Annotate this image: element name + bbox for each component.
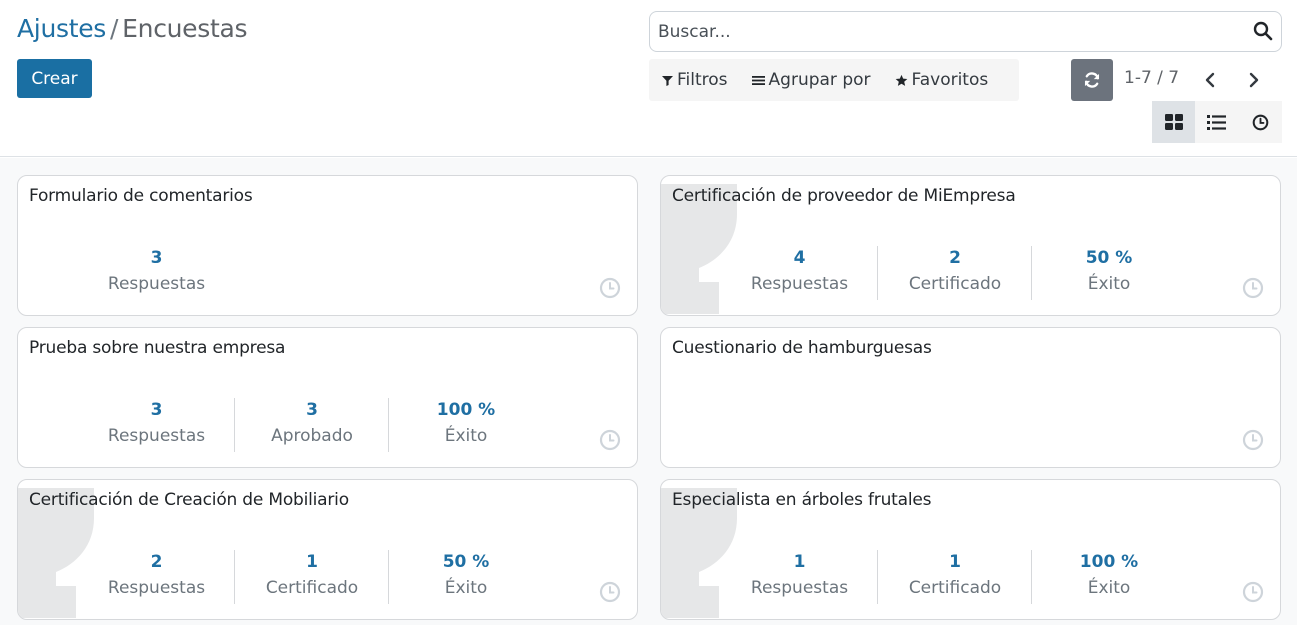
- stat-responses[interactable]: 3 Respuestas: [79, 398, 234, 452]
- pager-value[interactable]: 1-7 / 7: [1124, 68, 1179, 88]
- breadcrumb-parent-link[interactable]: Ajustes: [17, 14, 106, 43]
- breadcrumb: Ajustes / Encuestas: [17, 14, 248, 43]
- control-panel: Ajustes/Encuestas Crear Filtros Agrupar …: [0, 0, 1297, 157]
- survey-card[interactable]: Certificación de Creación de Mobiliario …: [17, 479, 638, 620]
- stat-value: 50 %: [1085, 248, 1133, 268]
- chevron-left-icon: [1205, 72, 1215, 88]
- activity-clock-icon[interactable]: [599, 277, 621, 299]
- stat-value: 3: [150, 400, 163, 420]
- breadcrumb-separator: /: [110, 14, 119, 43]
- activity-clock-icon[interactable]: [1242, 277, 1264, 299]
- search-icon[interactable]: [1253, 21, 1273, 41]
- stat-value: 4: [793, 248, 806, 268]
- stat-label: Respuestas: [107, 274, 206, 294]
- survey-title: Prueba sobre nuestra empresa: [29, 338, 286, 358]
- kanban-view: Formulario de comentarios 3 Respuestas C…: [0, 158, 1297, 625]
- stat-label: Respuestas: [750, 578, 849, 598]
- survey-card[interactable]: Formulario de comentarios 3 Respuestas: [17, 175, 638, 316]
- stat-success[interactable]: 50 % Éxito: [388, 550, 543, 604]
- stat-responses[interactable]: 3 Respuestas: [79, 246, 234, 300]
- activity-clock-icon[interactable]: [599, 429, 621, 451]
- page-title: Encuestas: [122, 14, 248, 43]
- survey-card[interactable]: Prueba sobre nuestra empresa 3 Respuesta…: [17, 327, 638, 468]
- clock-icon: [1252, 114, 1269, 130]
- filter-icon: [662, 75, 673, 86]
- activity-clock-icon[interactable]: [1242, 581, 1264, 603]
- pager-next-button[interactable]: [1240, 66, 1268, 94]
- group-by-dropdown[interactable]: Agrupar por: [739, 59, 882, 101]
- kanban-icon: [1164, 114, 1183, 130]
- filters-dropdown[interactable]: Filtros: [649, 59, 739, 101]
- view-switcher: [1152, 101, 1282, 143]
- survey-card[interactable]: Especialista en árboles frutales 1 Respu…: [660, 479, 1281, 620]
- pager-previous-button[interactable]: [1196, 66, 1224, 94]
- stat-responses[interactable]: 4 Respuestas: [722, 246, 877, 300]
- create-button[interactable]: Crear: [17, 59, 92, 98]
- stat-value: 2: [949, 248, 961, 268]
- survey-card[interactable]: Certificación de proveedor de MiEmpresa …: [660, 175, 1281, 316]
- activity-clock-icon[interactable]: [1242, 429, 1264, 451]
- stat-label: Certificado: [265, 578, 359, 598]
- bars-icon: [751, 75, 765, 86]
- stat-label: Aprobado: [271, 426, 353, 446]
- stat-certified[interactable]: 1 Certificado: [877, 550, 1032, 604]
- chevron-right-icon: [1249, 72, 1259, 88]
- stat-responses[interactable]: 2 Respuestas: [79, 550, 234, 604]
- stat-value: 1: [793, 552, 806, 572]
- stat-value: 3: [306, 400, 318, 420]
- survey-title: Certificación de Creación de Mobiliario: [29, 490, 349, 510]
- refresh-icon: [1084, 72, 1100, 88]
- activity-view-button[interactable]: [1239, 101, 1282, 143]
- stat-label: Éxito: [1087, 578, 1131, 598]
- stat-label: Certificado: [908, 274, 1002, 294]
- stat-label: Respuestas: [750, 274, 849, 294]
- stat-label: Certificado: [908, 578, 1002, 598]
- stat-success[interactable]: 100 % Éxito: [388, 398, 543, 452]
- survey-title: Especialista en árboles frutales: [672, 490, 932, 510]
- survey-title: Cuestionario de hamburguesas: [672, 338, 932, 358]
- favorites-label: Favoritos: [911, 70, 989, 90]
- filters-label: Filtros: [677, 70, 728, 90]
- stat-value: 1: [949, 552, 961, 572]
- stat-value: 1: [306, 552, 318, 572]
- search-options-bar: Filtros Agrupar por Favoritos: [649, 59, 1019, 101]
- stat-passed[interactable]: 3 Aprobado: [234, 398, 389, 452]
- star-icon: [895, 74, 908, 87]
- survey-card[interactable]: Cuestionario de hamburguesas: [660, 327, 1281, 468]
- stat-label: Respuestas: [107, 426, 206, 446]
- stat-responses[interactable]: 1 Respuestas: [722, 550, 877, 604]
- activity-clock-icon[interactable]: [599, 581, 621, 603]
- stat-label: Éxito: [444, 578, 488, 598]
- list-view-button[interactable]: [1195, 101, 1238, 143]
- stat-value: 50 %: [442, 552, 490, 572]
- kanban-view-button[interactable]: [1152, 101, 1196, 143]
- stat-value: 3: [150, 248, 163, 268]
- group-by-label: Agrupar por: [768, 70, 871, 90]
- stat-certified[interactable]: 1 Certificado: [234, 550, 389, 604]
- stat-success[interactable]: 50 % Éxito: [1031, 246, 1186, 300]
- survey-title: Formulario de comentarios: [29, 186, 253, 206]
- search-input[interactable]: [658, 20, 1238, 44]
- stat-value: 2: [150, 552, 163, 572]
- stat-label: Éxito: [1087, 274, 1131, 294]
- stat-label: Éxito: [444, 426, 488, 446]
- search-box[interactable]: [649, 11, 1282, 52]
- favorites-dropdown[interactable]: Favoritos: [882, 59, 1000, 101]
- stat-value: 100 %: [436, 400, 496, 420]
- stat-value: 100 %: [1079, 552, 1139, 572]
- survey-title: Certificación de proveedor de MiEmpresa: [672, 186, 1016, 206]
- refresh-button[interactable]: [1071, 59, 1113, 101]
- stat-certified[interactable]: 2 Certificado: [877, 246, 1032, 300]
- list-icon: [1207, 114, 1227, 130]
- stat-label: Respuestas: [107, 578, 206, 598]
- stat-success[interactable]: 100 % Éxito: [1031, 550, 1186, 604]
